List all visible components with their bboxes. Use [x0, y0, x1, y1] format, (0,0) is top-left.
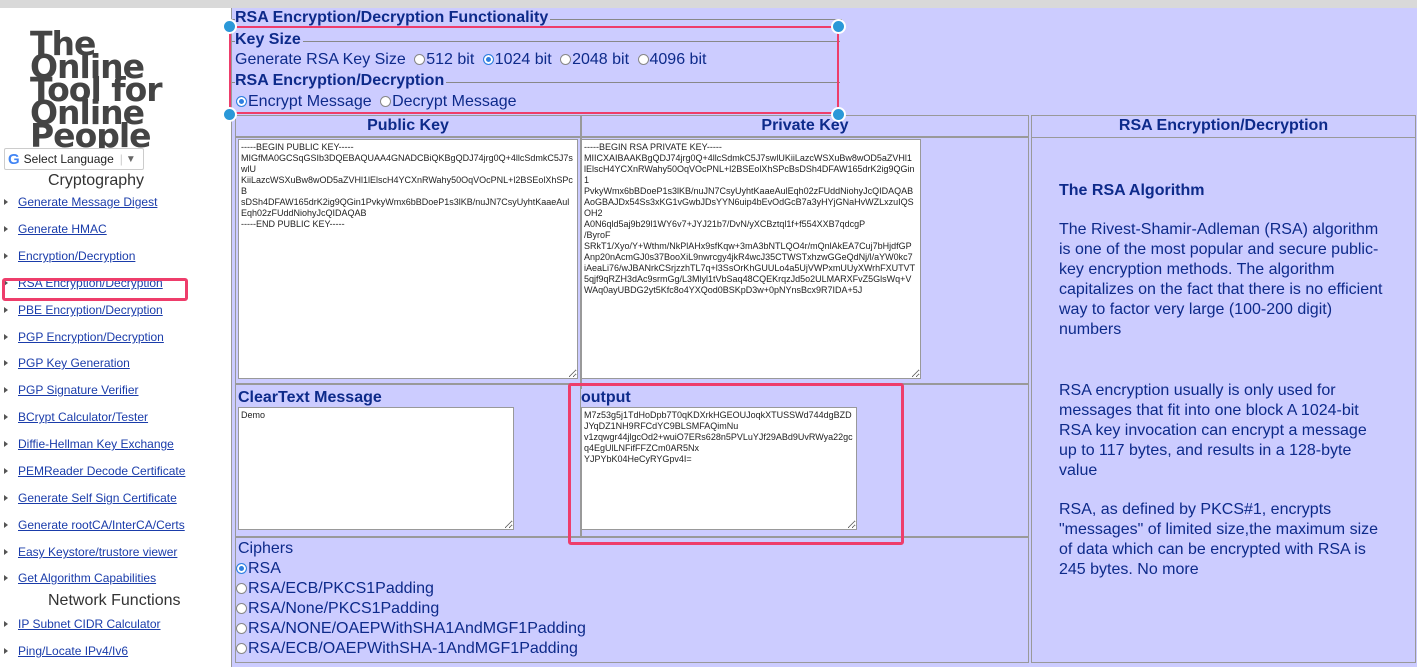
bullet-arrow-icon — [4, 387, 8, 394]
cleartext-textarea[interactable] — [238, 407, 514, 530]
sidebar-item-label: Generate Message Digest — [18, 195, 158, 209]
sidebar-item-generate-rootca-interca-certs[interactable]: Generate rootCA/InterCA/Certs — [0, 518, 185, 532]
sidebar-item-label: Generate HMAC — [18, 222, 107, 236]
selection-handle-bottom-right[interactable] — [831, 107, 846, 122]
sidebar-item-label: PBE Encryption/Decryption — [18, 303, 163, 317]
bullet-arrow-icon — [4, 441, 8, 448]
sidebar-item-label: Generate rootCA/InterCA/Certs — [18, 518, 185, 532]
info-heading: The RSA Algorithm — [1059, 182, 1205, 199]
private-key-textarea[interactable] — [581, 139, 921, 379]
sidebar-item-ip-subnet-cidr-calculator[interactable]: IP Subnet CIDR Calculator — [0, 617, 161, 631]
bullet-arrow-icon — [4, 495, 8, 502]
cipher-label: RSA/None/PKCS1Padding — [248, 600, 440, 617]
chevron-down-icon: ▼ — [125, 153, 136, 165]
selection-handle-top-left[interactable] — [222, 19, 237, 34]
cipher-label: RSA/NONE/OAEPWithSHA1AndMGF1Padding — [248, 620, 586, 637]
cipher-option-rsa-none-pkcs1padding[interactable]: RSA/None/PKCS1Padding — [232, 600, 439, 618]
cipher-option-rsa[interactable]: RSA — [232, 560, 281, 578]
sidebar-item-diffie-hellman-key-exchange[interactable]: Diffie-Hellman Key Exchange — [0, 437, 174, 451]
sidebar: The Online Tool for Online People G Sele… — [0, 8, 226, 667]
bullet-arrow-icon — [4, 414, 8, 421]
bullet-arrow-icon — [4, 199, 8, 206]
cipher-option-rsa-ecb-pkcs1padding[interactable]: RSA/ECB/PKCS1Padding — [232, 580, 434, 598]
sidebar-item-label: Diffie-Hellman Key Exchange — [18, 437, 174, 451]
sidebar-item-pgp-key-generation[interactable]: PGP Key Generation — [0, 356, 130, 370]
radio-icon[interactable] — [236, 583, 247, 594]
bullet-arrow-icon — [4, 307, 8, 314]
cipher-label: RSA/ECB/OAEPWithSHA-1AndMGF1Padding — [248, 640, 578, 657]
public-key-textarea[interactable] — [238, 139, 578, 379]
sidebar-item-label: PGP Encryption/Decryption — [18, 330, 164, 344]
bullet-arrow-icon — [4, 468, 8, 475]
sidebar-item-label: Easy Keystore/trustore viewer — [18, 545, 178, 559]
divider: | — [119, 152, 123, 166]
info-paragraph-3: RSA, as defined by PKCS#1, encrypts "mes… — [1059, 501, 1379, 578]
sidebar-item-pgp-encryption-decryption[interactable]: PGP Encryption/Decryption — [0, 330, 164, 344]
radio-icon[interactable] — [236, 643, 247, 654]
language-select[interactable]: G Select Language | ▼ — [4, 148, 144, 170]
sidebar-item-label: BCrypt Calculator/Tester — [18, 410, 149, 424]
sidebar-item-ping-locate-ipv4-iv6[interactable]: Ping/Locate IPv4/Iv6 — [0, 644, 128, 658]
cleartext-legend: ClearText Message — [238, 389, 384, 407]
public-key-header: Public Key — [367, 117, 449, 134]
sidebar-item-label: IP Subnet CIDR Calculator — [18, 617, 161, 631]
bullet-arrow-icon — [4, 621, 8, 628]
bullet-arrow-icon — [4, 648, 8, 655]
cipher-label: RSA/ECB/PKCS1Padding — [248, 580, 434, 597]
sidebar-item-label: Get Algorithm Capabilities — [18, 571, 157, 585]
site-logo: The Online Tool for Online People — [30, 24, 163, 155]
cipher-option-rsa-none-oaepwithsha1andmgf1padding[interactable]: RSA/NONE/OAEPWithSHA1AndMGF1Padding — [232, 620, 586, 638]
language-select-label: Select Language — [23, 152, 114, 166]
sidebar-item-pgp-signature-verifier[interactable]: PGP Signature Verifier — [0, 383, 139, 397]
bullet-arrow-icon — [4, 360, 8, 367]
sidebar-item-generate-hmac[interactable]: Generate HMAC — [0, 222, 107, 236]
sidebar-item-generate-message-digest[interactable]: Generate Message Digest — [0, 195, 157, 209]
cipher-option-rsa-ecb-oaepwithsha-1andmgf1padding[interactable]: RSA/ECB/OAEPWithSHA-1AndMGF1Padding — [232, 640, 578, 658]
bullet-arrow-icon — [4, 226, 8, 233]
sidebar-item-get-algorithm-capabilities[interactable]: Get Algorithm Capabilities — [0, 571, 156, 585]
sidebar-item-bcrypt-calculator-tester[interactable]: BCrypt Calculator/Tester — [0, 410, 148, 424]
sidebar-item-pbe-encryption-decryption[interactable]: PBE Encryption/Decryption — [0, 303, 163, 317]
bullet-arrow-icon — [4, 575, 8, 582]
selection-handle-top-right[interactable] — [831, 19, 846, 34]
sidebar-item-label: PGP Key Generation — [18, 356, 130, 370]
sidebar-item-label: Ping/Locate IPv4/Iv6 — [18, 644, 129, 658]
active-nav-highlight — [2, 278, 188, 301]
functionality-title: RSA Encryption/Decryption Functionality — [235, 9, 551, 27]
radio-icon[interactable] — [236, 563, 247, 574]
sidebar-item-generate-self-sign-certificate[interactable]: Generate Self Sign Certificate — [0, 491, 177, 505]
sidebar-item-encryption-decryption[interactable]: Encryption/Decryption — [0, 249, 135, 263]
sidebar-item-pemreader-decode-certificate[interactable]: PEMReader Decode Certificate — [0, 464, 185, 478]
google-icon: G — [8, 150, 20, 168]
cipher-label: RSA — [248, 560, 281, 577]
selection-handle-bottom-left[interactable] — [222, 107, 237, 122]
browser-top-strip — [0, 0, 1417, 8]
info-paragraph-2: RSA encryption usually is only used for … — [1059, 382, 1367, 479]
output-highlight-box — [568, 383, 904, 545]
info-paragraph-1: The Rivest-Shamir-Adleman (RSA) algorith… — [1059, 221, 1383, 338]
sidebar-item-easy-keystore-trustore-viewer[interactable]: Easy Keystore/trustore viewer — [0, 545, 177, 559]
bullet-arrow-icon — [4, 253, 8, 260]
bullet-arrow-icon — [4, 334, 8, 341]
radio-icon[interactable] — [236, 623, 247, 634]
section-network-functions: Network Functions — [48, 592, 181, 609]
section-cryptography: Cryptography — [48, 172, 145, 189]
selection-box — [229, 26, 839, 114]
info-header: RSA Encryption/Decryption — [1118, 117, 1329, 134]
sidebar-item-label: PEMReader Decode Certificate — [18, 464, 186, 478]
bullet-arrow-icon — [4, 549, 8, 556]
radio-icon[interactable] — [236, 603, 247, 614]
sidebar-item-label: Encryption/Decryption — [18, 249, 136, 263]
sidebar-item-label: PGP Signature Verifier — [18, 383, 139, 397]
private-key-header-cell: Private Key — [581, 115, 1029, 137]
sidebar-item-label: Generate Self Sign Certificate — [18, 491, 177, 505]
public-key-header-cell: Public Key — [235, 115, 581, 137]
private-key-header: Private Key — [761, 117, 849, 134]
bullet-arrow-icon — [4, 522, 8, 529]
ciphers-legend: Ciphers — [238, 540, 294, 557]
